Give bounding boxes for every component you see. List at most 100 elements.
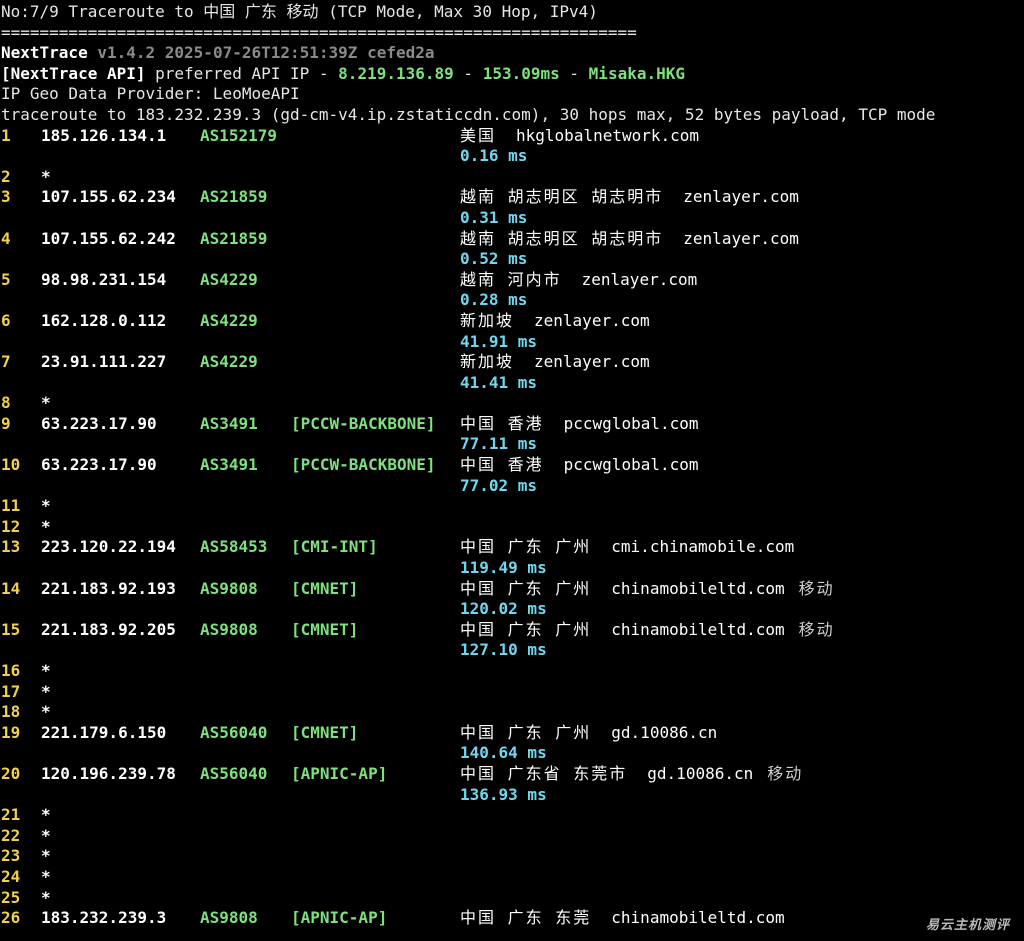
hop-main-line: 25 * bbox=[1, 888, 1024, 909]
hop-location: 美国 bbox=[460, 125, 497, 145]
hop-network-tag: [PCCW-BACKBONE] bbox=[291, 413, 436, 433]
traceroute-command-line: traceroute to 183.232.239.3 (gd-cm-v4.ip… bbox=[1, 104, 936, 124]
hop-geo: 新加坡 zenlayer.com bbox=[460, 352, 650, 373]
api-sep: - bbox=[569, 63, 580, 83]
hop-timeout: * bbox=[41, 661, 51, 680]
hop-hostname: zenlayer.com bbox=[534, 352, 650, 372]
hop-main-line: 10 63.223.17.90 AS3491 [PCCW-BACKBONE] 中国 香港… bbox=[1, 455, 1024, 476]
hop-number: 17 bbox=[1, 681, 21, 701]
geo-provider-line: IP Geo Data Provider: LeoMoeAPI bbox=[1, 84, 300, 104]
hop-main-line: 8 * bbox=[1, 393, 1024, 414]
hop-latency: 0.28 ms bbox=[460, 290, 528, 310]
hop-ip: 107.155.62.242 bbox=[41, 228, 176, 248]
hop-location: 中国 广东 东莞 bbox=[460, 908, 592, 928]
hop-network-tag: [CMNET] bbox=[291, 722, 359, 742]
hop-location: 中国 香港 bbox=[460, 455, 544, 475]
hop-location: 中国 广东 广州 bbox=[460, 619, 592, 639]
hop-latency-line: 41.41 ms bbox=[1, 373, 1024, 394]
hop-location: 新加坡 bbox=[460, 352, 515, 372]
hop-location: 中国 广东 广州 bbox=[460, 722, 592, 742]
hop-timeout: * bbox=[41, 866, 51, 886]
hop-network-tag: [PCCW-BACKBONE] bbox=[291, 455, 436, 475]
hop-number: 23 bbox=[1, 846, 21, 866]
hop-main-line: 15 221.183.92.205 AS9808 [CMNET] 中国 广东 广州 chi… bbox=[1, 620, 1024, 641]
hop-number: 18 bbox=[1, 702, 21, 722]
hop-geo: 中国 广东 广州 gd.10086.cn bbox=[460, 723, 717, 744]
hop-ip: 63.223.17.90 bbox=[41, 455, 157, 475]
api-text: preferred API IP - bbox=[155, 63, 329, 83]
hop-network-tag: [CMNET] bbox=[291, 578, 359, 598]
hop-hostname: zenlayer.com bbox=[534, 310, 650, 330]
hop-isp: 移动 bbox=[798, 619, 835, 639]
hop-timeout: * bbox=[41, 393, 51, 413]
hop-geo: 中国 广东 广州 cmi.chinamobile.com bbox=[460, 537, 794, 558]
hop-main-line: 23 * bbox=[1, 846, 1024, 867]
hop-number: 8 bbox=[1, 393, 11, 413]
hop-hostname: gd.10086.cn bbox=[611, 722, 718, 742]
hop-timeout: * bbox=[41, 887, 51, 907]
hop-number: 15 bbox=[1, 619, 21, 639]
hop-main-line: 24 * bbox=[1, 867, 1024, 888]
hop-main-line: 22 * bbox=[1, 826, 1024, 847]
hop-latency-line: 41.91 ms bbox=[1, 332, 1024, 353]
app-version: v1.4.2 2025-07-26T12:51:39Z cefed2a bbox=[97, 43, 435, 63]
hop-timeout: * bbox=[41, 166, 51, 186]
hop-location: 中国 广东 广州 bbox=[460, 578, 592, 598]
hop-timeout: * bbox=[41, 846, 51, 866]
hop-geo: 中国 广东 广州 chinamobileltd.com 移动 bbox=[460, 579, 835, 600]
hop-row: 9 63.223.17.90 AS3491 [PCCW-BACKBONE] 中国 香港 p… bbox=[1, 414, 1024, 455]
hop-isp: 移动 bbox=[767, 763, 804, 783]
hop-main-line: 14 221.183.92.193 AS9808 [CMNET] 中国 广东 广州 chi… bbox=[1, 579, 1024, 600]
hop-number: 21 bbox=[1, 805, 21, 825]
hop-ip: 107.155.62.234 bbox=[41, 187, 176, 207]
hop-row: 1 185.126.134.1 AS152179 美国 hkglobalnetwork.… bbox=[1, 126, 1024, 167]
hop-asn: AS152179 bbox=[200, 125, 278, 145]
hop-main-line: 11 * bbox=[1, 496, 1024, 517]
hop-latency: 77.02 ms bbox=[460, 475, 538, 495]
hop-row: 11 * bbox=[1, 496, 1024, 517]
hop-location: 新加坡 bbox=[460, 310, 515, 330]
hop-isp: 移动 bbox=[798, 578, 835, 598]
hop-hostname: chinamobileltd.com bbox=[611, 908, 785, 928]
hop-geo: 越南 胡志明区 胡志明市 zenlayer.com bbox=[460, 229, 799, 250]
app-name: NextTrace bbox=[1, 43, 88, 63]
hop-geo: 中国 广东 广州 chinamobileltd.com 移动 bbox=[460, 620, 835, 641]
hop-row: 13 223.120.22.194 AS58453 [CMI-INT] 中国 广东 广州… bbox=[1, 537, 1024, 578]
hop-row: 5 98.98.231.154 AS4229 越南 河内市 zenlayer.com 0.… bbox=[1, 270, 1024, 311]
hop-hostname: zenlayer.com bbox=[683, 228, 799, 248]
hop-main-line: 16 * bbox=[1, 661, 1024, 682]
hop-network-tag: [APNIC-AP] bbox=[291, 763, 388, 783]
hop-number: 22 bbox=[1, 825, 21, 845]
hop-row: 21 * bbox=[1, 805, 1024, 826]
hop-main-line: 9 63.223.17.90 AS3491 [PCCW-BACKBONE] 中国 香港 p… bbox=[1, 414, 1024, 435]
hop-latency: 41.41 ms bbox=[460, 372, 538, 392]
hop-main-line: 2 * bbox=[1, 167, 1024, 188]
hop-asn: AS4229 bbox=[200, 352, 258, 372]
api-sep: - bbox=[463, 63, 474, 83]
hop-location: 越南 河内市 bbox=[460, 269, 562, 289]
hop-row: 8 * bbox=[1, 393, 1024, 414]
hop-row: 15 221.183.92.205 AS9808 [CMNET] 中国 广东 广州 chi… bbox=[1, 620, 1024, 661]
hop-row: 20 120.196.239.78 AS56040 [APNIC-AP] 中国 广东省 … bbox=[1, 764, 1024, 805]
hop-number: 25 bbox=[1, 887, 21, 907]
hop-number: 10 bbox=[1, 455, 21, 475]
hop-ip: 162.128.0.112 bbox=[41, 310, 167, 330]
hop-row: 4 107.155.62.242 AS21859 越南 胡志明区 胡志明市 zenlay… bbox=[1, 229, 1024, 270]
hop-hostname: hkglobalnetwork.com bbox=[516, 125, 700, 145]
hop-hostname: cmi.chinamobile.com bbox=[611, 537, 795, 557]
watermark-logo: 易云主机测评 bbox=[925, 918, 1010, 933]
hop-location: 中国 香港 bbox=[460, 413, 544, 433]
hop-geo: 新加坡 zenlayer.com bbox=[460, 311, 650, 332]
hop-latency-line: 0.16 ms bbox=[1, 146, 1024, 167]
hop-hostname: chinamobileltd.com bbox=[611, 578, 785, 598]
hop-main-line: 18 * bbox=[1, 702, 1024, 723]
hop-timeout: * bbox=[41, 702, 51, 722]
hop-row: 12 * bbox=[1, 517, 1024, 538]
hop-row: 23 * bbox=[1, 846, 1024, 867]
hop-geo: 越南 河内市 zenlayer.com bbox=[460, 270, 697, 291]
hop-row: 25 * bbox=[1, 888, 1024, 909]
hop-row: 18 * bbox=[1, 702, 1024, 723]
hop-ip: 221.179.6.150 bbox=[41, 722, 167, 742]
hop-asn: AS56040 bbox=[200, 722, 268, 742]
hop-latency-line: 0.28 ms bbox=[1, 290, 1024, 311]
